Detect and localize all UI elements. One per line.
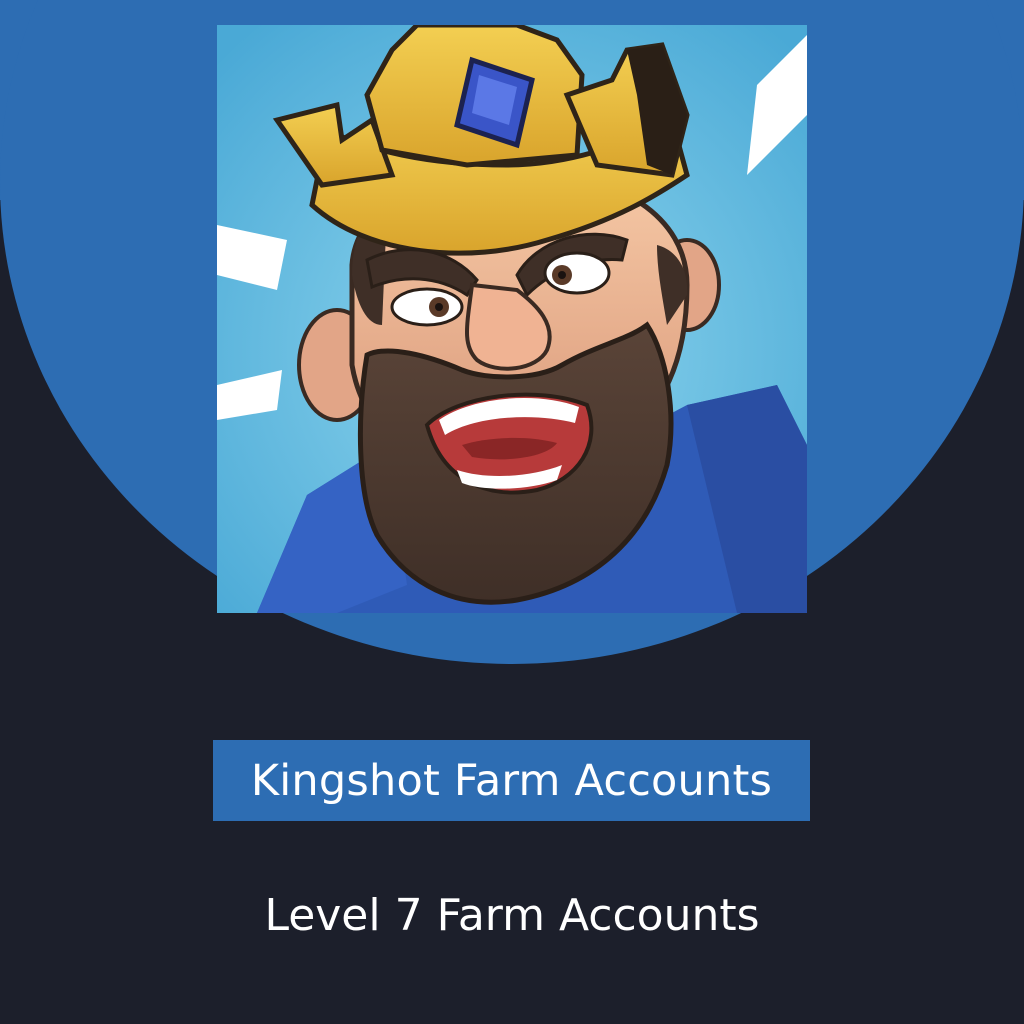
product-title-banner: Kingshot Farm Accounts	[213, 740, 810, 821]
promo-card: Kingshot Farm Accounts Level 7 Farm Acco…	[0, 0, 1024, 1024]
product-subtitle: Level 7 Farm Accounts	[264, 890, 760, 941]
product-title: Kingshot Farm Accounts	[250, 755, 773, 806]
king-portrait-icon	[217, 25, 807, 613]
